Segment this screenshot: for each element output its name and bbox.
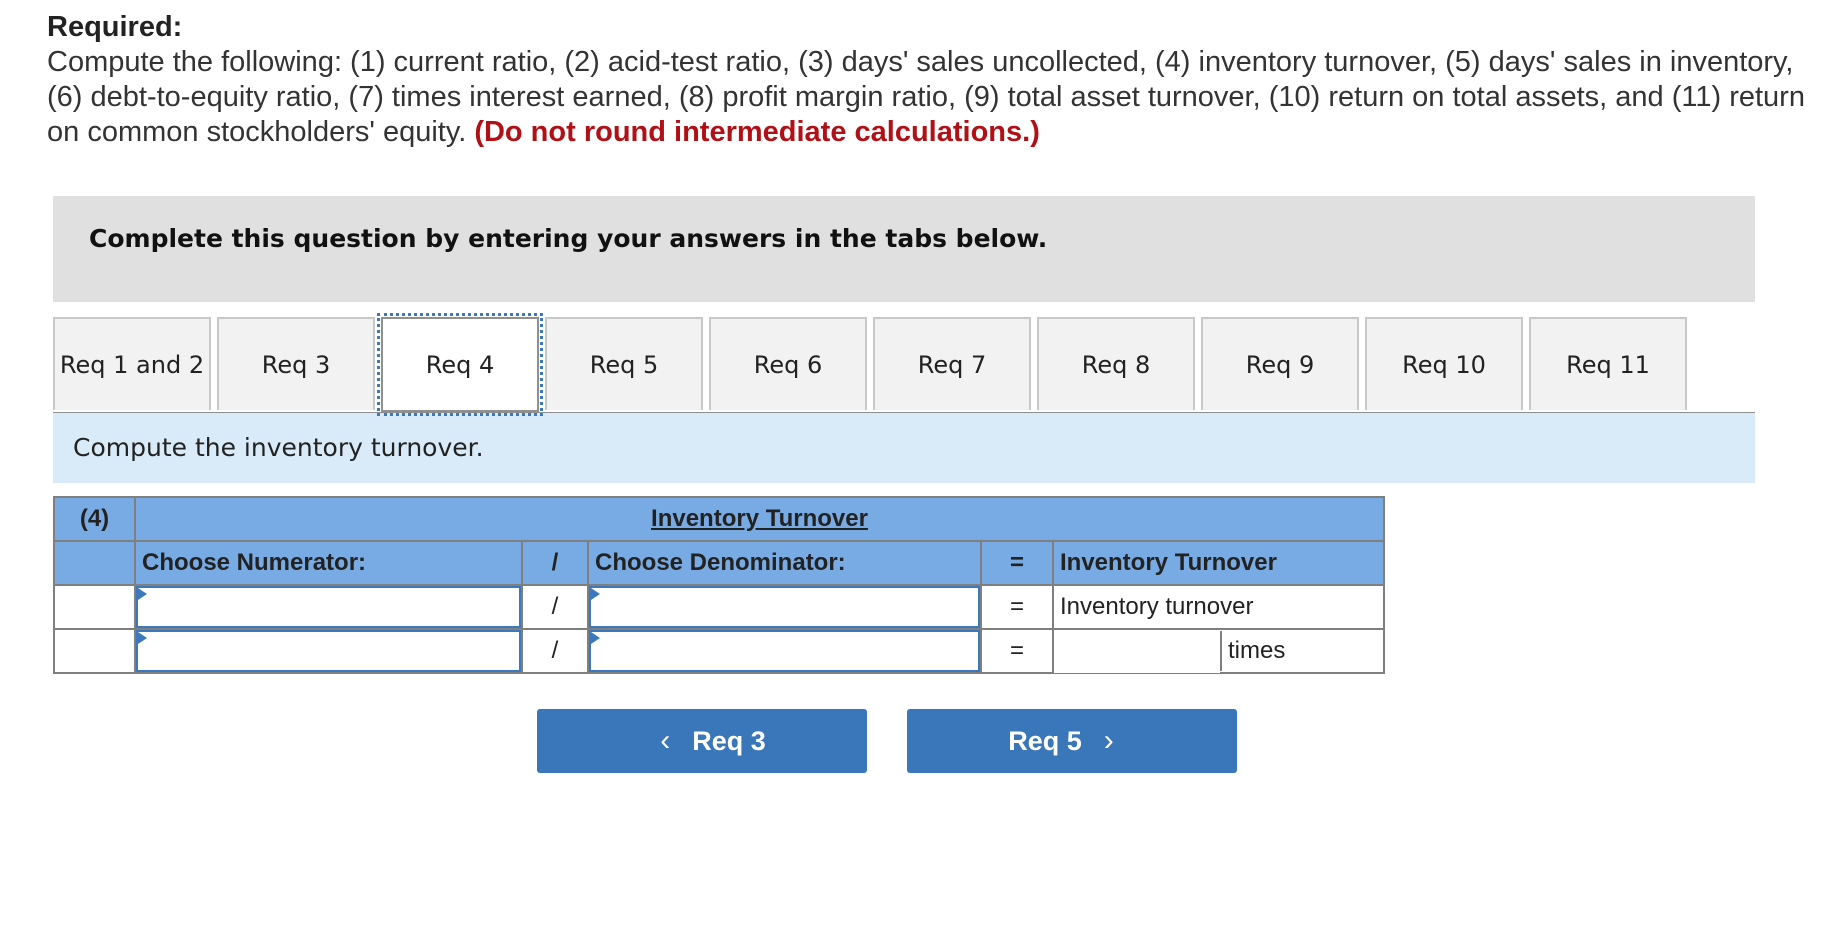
numerator-select-cell bbox=[134, 628, 523, 674]
tab-req-6[interactable]: Req 6 bbox=[709, 317, 867, 410]
numerator-select-1[interactable] bbox=[136, 586, 521, 628]
required-line-1: Compute the following: (1) current ratio… bbox=[47, 46, 1794, 78]
next-req-label: Req 5 bbox=[1008, 725, 1082, 756]
req-tabs: Req 1 and 2 Req 3 Req 4 Req 5 Req 6 Req … bbox=[53, 313, 1755, 416]
divide-header: / bbox=[521, 540, 589, 586]
dropdown-flag-icon bbox=[138, 588, 147, 600]
rounding-warning: (Do not round intermediate calculations.… bbox=[474, 116, 1040, 148]
row-label-cell bbox=[53, 584, 136, 630]
denominator-header: Choose Denominator: bbox=[587, 540, 982, 586]
numerator-input-2[interactable] bbox=[136, 630, 521, 672]
required-line-3: on common stockholders' equity. (Do not … bbox=[47, 115, 1838, 150]
table-row: / = Inventory turnover bbox=[53, 584, 1385, 630]
required-section: Required: Compute the following: (1) cur… bbox=[47, 10, 1838, 150]
chevron-right-icon: › bbox=[1103, 724, 1114, 757]
tab-req-11[interactable]: Req 11 bbox=[1529, 317, 1687, 410]
tab-req-7[interactable]: Req 7 bbox=[873, 317, 1031, 410]
question-prompt: Compute the inventory turnover. bbox=[53, 413, 1755, 483]
table-header-row: Choose Numerator: / Choose Denominator: … bbox=[53, 540, 1385, 586]
denominator-select-cell bbox=[587, 628, 982, 674]
requirement-number: (4) bbox=[53, 496, 136, 542]
dropdown-flag-icon bbox=[591, 588, 600, 600]
unit-label: times bbox=[1228, 637, 1286, 664]
tab-req-4[interactable]: Req 4 bbox=[377, 313, 543, 416]
dropdown-flag-icon bbox=[591, 632, 600, 644]
inventory-turnover-answer[interactable] bbox=[1054, 631, 1220, 673]
result-cell: times bbox=[1052, 628, 1385, 674]
result-label: Inventory turnover bbox=[1052, 584, 1385, 630]
divide-sign: / bbox=[521, 584, 589, 630]
table-title-row: (4) Inventory Turnover bbox=[53, 496, 1385, 542]
instruction-text: Complete this question by entering your … bbox=[89, 224, 1048, 253]
dropdown-flag-icon bbox=[138, 632, 147, 644]
required-line-3-text: on common stockholders' equity. bbox=[47, 116, 475, 148]
result-input-wrap bbox=[1054, 631, 1222, 673]
prompt-text: Compute the inventory turnover. bbox=[73, 433, 484, 462]
denominator-input-2[interactable] bbox=[589, 630, 980, 672]
prev-req-label: Req 3 bbox=[692, 725, 766, 756]
tab-req-10[interactable]: Req 10 bbox=[1365, 317, 1523, 410]
equals-sign: = bbox=[980, 584, 1054, 630]
denominator-select-1[interactable] bbox=[589, 586, 980, 628]
equals-sign: = bbox=[980, 628, 1054, 674]
result-header: Inventory Turnover bbox=[1052, 540, 1385, 586]
table-row: / = times bbox=[53, 628, 1385, 674]
inventory-turnover-table: (4) Inventory Turnover Choose Numerator:… bbox=[53, 496, 1385, 674]
blank-header-cell bbox=[53, 540, 136, 586]
denominator-select-cell bbox=[587, 584, 982, 630]
tab-req-8[interactable]: Req 8 bbox=[1037, 317, 1195, 410]
tab-req-3[interactable]: Req 3 bbox=[217, 317, 375, 410]
chevron-left-icon: ‹ bbox=[660, 724, 671, 757]
instruction-banner: Complete this question by entering your … bbox=[53, 196, 1755, 302]
required-line-2: (6) debt-to-equity ratio, (7) times inte… bbox=[47, 81, 1805, 113]
required-title: Required: bbox=[47, 11, 183, 43]
row-label-cell bbox=[53, 628, 136, 674]
tab-req-1-and-2[interactable]: Req 1 and 2 bbox=[53, 317, 211, 410]
tab-req-9[interactable]: Req 9 bbox=[1201, 317, 1359, 410]
numerator-header: Choose Numerator: bbox=[134, 540, 523, 586]
tab-req-5[interactable]: Req 5 bbox=[545, 317, 703, 410]
prev-req-button[interactable]: ‹ Req 3 bbox=[537, 709, 867, 773]
table-title: Inventory Turnover bbox=[134, 496, 1385, 542]
equals-header: = bbox=[980, 540, 1054, 586]
numerator-select-cell bbox=[134, 584, 523, 630]
divide-sign: / bbox=[521, 628, 589, 674]
next-req-button[interactable]: Req 5 › bbox=[907, 709, 1237, 773]
